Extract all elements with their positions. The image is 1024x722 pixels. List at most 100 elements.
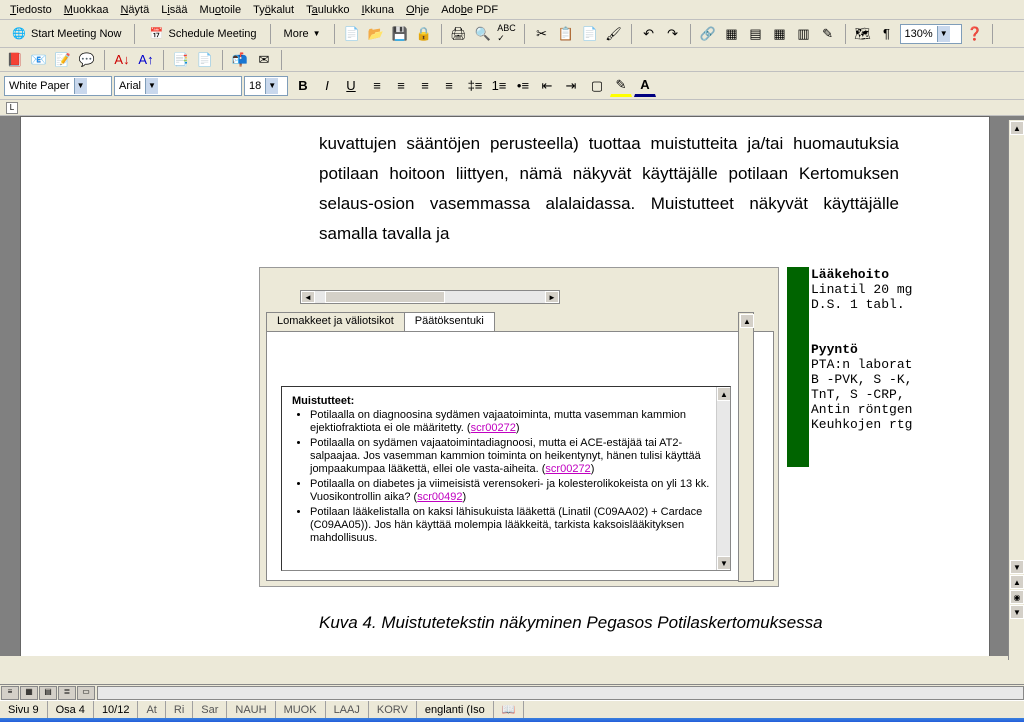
spellcheck-button[interactable]: ABC✓ — [496, 23, 518, 45]
line-spacing-button[interactable]: ‡≡ — [464, 75, 486, 97]
align-right-button[interactable]: ≡ — [414, 75, 436, 97]
underline-button[interactable]: U — [340, 75, 362, 97]
menu-muotoile[interactable]: Muotoile — [194, 2, 248, 18]
reminder-link[interactable]: scr00272 — [471, 422, 516, 434]
tab-selector[interactable]: L — [6, 102, 18, 114]
justify-button[interactable]: ≡ — [438, 75, 460, 97]
zoom-combo[interactable]: 130% ▼ — [900, 24, 962, 44]
more-button[interactable]: More ▼ — [277, 25, 328, 43]
scroll-down-icon[interactable]: ▼ — [717, 556, 731, 570]
menu-taulukko[interactable]: Taulukko — [300, 2, 355, 18]
redo-button[interactable]: ↷ — [662, 23, 684, 45]
scroll-right-icon[interactable]: ► — [545, 291, 559, 303]
print-preview-button[interactable]: 🔍 — [472, 23, 494, 45]
prev-page-icon[interactable]: ▲ — [1010, 575, 1024, 589]
scroll-up-icon[interactable]: ▲ — [740, 314, 754, 328]
status-language[interactable]: englanti (Iso — [417, 701, 494, 718]
figure-h-scrollbar[interactable]: ◄ ► — [300, 290, 560, 304]
highlight-changes-button[interactable]: 📄 — [194, 49, 216, 71]
excel-button[interactable]: ▦ — [769, 23, 791, 45]
status-page[interactable]: Sivu 9 — [0, 701, 48, 718]
status-spellcheck-icon[interactable]: 📖 — [494, 701, 525, 718]
sort-asc-button[interactable]: A↓ — [111, 49, 133, 71]
highlight-color-button[interactable]: ✎ — [610, 75, 632, 97]
menu-adobe-pdf[interactable]: Adobe PDF — [435, 2, 504, 18]
status-pages[interactable]: 10/12 — [94, 701, 139, 718]
ruler[interactable]: L — [0, 100, 1024, 116]
font-size-combo[interactable]: 18 ▼ — [244, 76, 288, 96]
browse-object-icon[interactable]: ◉ — [1010, 590, 1024, 604]
figure-v-scrollbar[interactable]: ▲ — [738, 312, 754, 582]
sort-desc-button[interactable]: A↑ — [135, 49, 157, 71]
font-color-button[interactable]: A — [634, 75, 656, 97]
insert-table-button[interactable]: ▤ — [745, 23, 767, 45]
reminder-link[interactable]: scr00272 — [545, 463, 590, 475]
main-h-scrollbar[interactable] — [97, 686, 1024, 700]
status-nauh[interactable]: NAUH — [227, 701, 275, 718]
scroll-down-icon[interactable]: ▼ — [1010, 560, 1024, 574]
menu-ohje[interactable]: Ohje — [400, 2, 435, 18]
pdf-comment-button[interactable]: 💬 — [76, 49, 98, 71]
increase-indent-button[interactable]: ⇥ — [560, 75, 582, 97]
inner-v-scrollbar[interactable]: ▲ ▼ — [716, 387, 730, 570]
align-left-button[interactable]: ≡ — [366, 75, 388, 97]
print-button[interactable]: 🖨 — [448, 23, 470, 45]
columns-button[interactable]: ▥ — [793, 23, 815, 45]
pdf-review-button[interactable]: 📝 — [52, 49, 74, 71]
help-button[interactable]: ❓ — [964, 23, 986, 45]
hyperlink-button[interactable]: 🔗 — [697, 23, 719, 45]
pdf-convert-button[interactable]: 📕 — [4, 49, 26, 71]
bullet-list-button[interactable]: •≡ — [512, 75, 534, 97]
track-changes-button[interactable]: 📑 — [170, 49, 192, 71]
print-layout-button[interactable]: ▤ — [39, 686, 57, 700]
menu-nayta[interactable]: Näytä — [114, 2, 155, 18]
drawing-button[interactable]: ✎ — [817, 23, 839, 45]
copy-button[interactable]: 📋 — [555, 23, 577, 45]
next-page-icon[interactable]: ▼ — [1010, 605, 1024, 619]
menu-tiedosto[interactable]: Tiedosto — [4, 2, 58, 18]
borders-button[interactable]: ▢ — [586, 75, 608, 97]
main-v-scrollbar[interactable]: ▲ ▼ ▲ ◉ ▼ — [1008, 120, 1024, 660]
menu-ikkuna[interactable]: Ikkuna — [356, 2, 400, 18]
tab-paatoksentuki[interactable]: Päätöksentuki — [404, 312, 495, 332]
open-button[interactable]: 📂 — [365, 23, 387, 45]
show-formatting-button[interactable]: ¶ — [876, 23, 898, 45]
status-section[interactable]: Osa 4 — [48, 701, 94, 718]
font-combo[interactable]: Arial ▼ — [114, 76, 242, 96]
bold-button[interactable]: B — [292, 75, 314, 97]
scroll-left-icon[interactable]: ◄ — [301, 291, 315, 303]
tab-lomakkeet[interactable]: Lomakkeet ja väliotsikot — [266, 312, 405, 332]
outline-view-button[interactable]: ≣ — [58, 686, 76, 700]
envelopes-button[interactable]: ✉ — [253, 49, 275, 71]
menu-lisaa[interactable]: Lisää — [155, 2, 193, 18]
scroll-up-icon[interactable]: ▲ — [717, 387, 731, 401]
style-combo[interactable]: White Paper ▼ — [4, 76, 112, 96]
permission-button[interactable]: 🔒 — [413, 23, 435, 45]
reading-view-button[interactable]: ▭ — [77, 686, 95, 700]
align-center-button[interactable]: ≡ — [390, 75, 412, 97]
save-button[interactable]: 💾 — [389, 23, 411, 45]
tables-borders-button[interactable]: ▦ — [721, 23, 743, 45]
menu-muokkaa[interactable]: Muokkaa — [58, 2, 115, 18]
new-doc-button[interactable]: 📄 — [341, 23, 363, 45]
italic-button[interactable]: I — [316, 75, 338, 97]
start-meeting-button[interactable]: 🌐 Start Meeting Now — [4, 23, 128, 45]
menu-tyokalut[interactable]: Työkalut — [247, 2, 300, 18]
reminder-link[interactable]: scr00492 — [417, 491, 462, 503]
numbered-list-button[interactable]: 1≡ — [488, 75, 510, 97]
scroll-up-icon[interactable]: ▲ — [1010, 121, 1024, 135]
decrease-indent-button[interactable]: ⇤ — [536, 75, 558, 97]
mail-merge-button[interactable]: 📬 — [229, 49, 251, 71]
undo-button[interactable]: ↶ — [638, 23, 660, 45]
web-view-button[interactable]: ▦ — [20, 686, 38, 700]
windows-taskbar[interactable] — [0, 718, 1024, 722]
status-korv[interactable]: KORV — [369, 701, 417, 718]
cut-button[interactable]: ✂ — [531, 23, 553, 45]
normal-view-button[interactable]: ≡ — [1, 686, 19, 700]
status-muok[interactable]: MUOK — [276, 701, 326, 718]
doc-map-button[interactable]: 🗺 — [852, 23, 874, 45]
pdf-email-button[interactable]: 📧 — [28, 49, 50, 71]
format-painter-button[interactable]: 🖌 — [603, 23, 625, 45]
schedule-meeting-button[interactable]: 📅 Schedule Meeting — [141, 23, 263, 45]
paste-button[interactable]: 📄 — [579, 23, 601, 45]
